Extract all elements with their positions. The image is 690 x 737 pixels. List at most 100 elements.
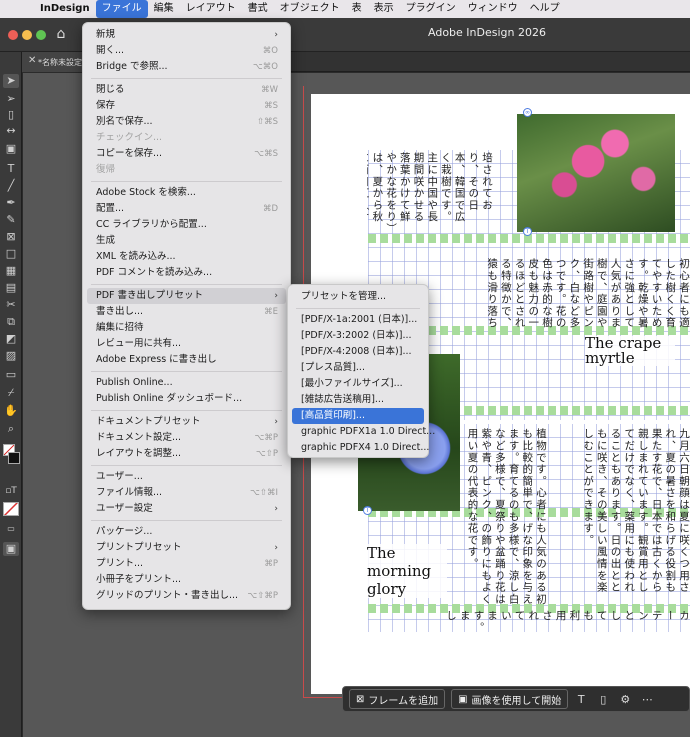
file-menu-item-16[interactable]: PDF コメントを読み込み... — [87, 265, 286, 281]
file-menu-item-1[interactable]: 開く... ⌘O — [87, 43, 286, 59]
file-menu-item-31[interactable]: ユーザー... — [87, 469, 286, 485]
menu-edit[interactable]: 編集 — [148, 0, 180, 18]
home-icon[interactable]: ⌂ — [50, 26, 72, 46]
zoom-tool-icon[interactable]: ⌕ — [3, 422, 19, 436]
file-menu-item-37[interactable]: プリント... ⌘P — [87, 556, 286, 572]
file-menu-item-32[interactable]: ファイル情報... ⌥⇧⌘I — [87, 485, 286, 501]
rectangle-tool-icon[interactable]: □ — [3, 247, 19, 261]
menu-table[interactable]: 表 — [346, 0, 368, 18]
type-tool-icon[interactable]: T — [3, 162, 19, 176]
file-menu-item-19[interactable]: 書き出し... ⌘E — [87, 304, 286, 320]
file-menu-item-13[interactable]: CC ライブラリから配置... — [87, 217, 286, 233]
apply-none-icon[interactable] — [3, 502, 19, 516]
frame-marker-icon[interactable]: T — [363, 506, 372, 515]
line-tool-icon[interactable]: ╱ — [3, 179, 19, 193]
menu-help[interactable]: ヘルプ — [524, 0, 566, 18]
menu-window[interactable]: ウィンドウ — [462, 0, 524, 18]
scissors-tool-icon[interactable]: ✂ — [3, 298, 19, 312]
file-menu-item-0[interactable]: 新規 › — [87, 27, 286, 43]
file-menu-item-18[interactable]: PDF 書き出しプリセット › — [87, 288, 286, 304]
gradient-feather-tool-icon[interactable]: ▨ — [3, 349, 19, 363]
file-menu-item-35[interactable]: パッケージ... — [87, 524, 286, 540]
menu-app[interactable]: InDesign — [34, 0, 96, 18]
file-menu-item-12[interactable]: 配置... ⌘D — [87, 201, 286, 217]
file-menu-item-11[interactable]: Adobe Stock を検索... — [87, 185, 286, 201]
heading-crape-myrtle[interactable]: The crape myrtle — [585, 336, 675, 366]
frame-marker-icon[interactable]: T — [523, 227, 532, 236]
content-collector-icon[interactable]: ▣ — [3, 142, 19, 156]
body-text-morning-glory-1[interactable]: 植物です。心者にも人気のある初も比較的簡単で、げな印象を与えます。育てるのも多様… — [449, 428, 547, 608]
menu-object[interactable]: オブジェクト — [274, 0, 346, 18]
gradient-tool-icon[interactable]: ◩ — [3, 332, 19, 346]
file-menu-item-24[interactable]: Publish Online... — [87, 375, 286, 391]
crape-myrtle-photo[interactable] — [517, 114, 675, 232]
menu-plugins[interactable]: プラグイン — [400, 0, 462, 18]
view-mode-icon[interactable]: ▭ — [3, 522, 19, 536]
file-menu-item-22[interactable]: Adobe Express に書き出し — [87, 352, 286, 368]
link-marker-icon[interactable]: ∞ — [523, 108, 532, 117]
free-transform-tool-icon[interactable]: ⧉ — [3, 315, 19, 329]
pdf-preset-item-10[interactable]: graphic PDFX4 1.0 Direct... — [292, 440, 429, 456]
close-tab-icon[interactable]: ✕ — [28, 55, 36, 66]
screen-mode-icon[interactable]: ▣ — [3, 542, 19, 556]
close-window-button[interactable] — [8, 30, 18, 40]
frame-grid-tool-icon[interactable]: ▦ — [3, 264, 19, 278]
file-menu-item-28[interactable]: ドキュメント設定... ⌥⌘P — [87, 430, 286, 446]
more-options-icon[interactable]: ⋯ — [638, 693, 656, 706]
start-with-image-button[interactable]: ▣ 画像を使用して開始 — [451, 689, 569, 709]
file-menu-item-20[interactable]: 編集に招待 — [87, 320, 286, 336]
rectangle-frame-tool-icon[interactable]: ⊠ — [3, 230, 19, 244]
pencil-tool-icon[interactable]: ✎ — [3, 213, 19, 227]
file-menu-item-38[interactable]: 小冊子をプリント... — [87, 572, 286, 588]
menu-file[interactable]: ファイル — [95, 0, 148, 18]
page-icon[interactable]: ▯ — [594, 693, 612, 706]
file-menu-item-6[interactable]: 別名で保存... ⇧⌘S — [87, 114, 286, 130]
file-menu-item-14[interactable]: 生成 — [87, 233, 286, 249]
pdf-preset-item-2[interactable]: [PDF/X-1a:2001 (日本)]... — [292, 312, 424, 328]
file-menu-item-2[interactable]: Bridge で参照... ⌥⌘O — [87, 59, 286, 75]
type-icon[interactable]: T — [572, 693, 590, 706]
gap-tool-icon[interactable]: ↔ — [3, 124, 19, 138]
selection-tool-icon[interactable]: ➤ — [3, 74, 19, 88]
pdf-preset-item-5[interactable]: [プレス品質]... — [292, 360, 424, 376]
file-menu-item-25[interactable]: Publish Online ダッシュボード... — [87, 391, 286, 407]
file-menu-item-36[interactable]: プリントプリセット › — [87, 540, 286, 556]
file-menu-item-39[interactable]: グリッドのプリント・書き出し... ⌥⇧⌘P — [87, 588, 286, 604]
file-menu-item-33[interactable]: ユーザー設定 › — [87, 501, 286, 517]
hand-tool-icon[interactable]: ✋ — [3, 404, 19, 418]
file-menu-item-8[interactable]: コピーを保存... ⌥⌘S — [87, 146, 286, 162]
file-menu-item-29[interactable]: レイアウトを調整... ⌥⇧P — [87, 446, 286, 462]
add-frame-button[interactable]: ⊠ フレームを追加 — [349, 689, 446, 709]
note-tool-icon[interactable]: ▭ — [3, 368, 19, 382]
file-menu-item-15[interactable]: XML を読み込み... — [87, 249, 286, 265]
pdf-preset-item-6[interactable]: [最小ファイルサイズ]... — [292, 376, 424, 392]
pdf-preset-item-4[interactable]: [PDF/X-4:2008 (日本)]... — [292, 344, 424, 360]
heading-morning-glory[interactable]: The morning glory — [367, 544, 447, 598]
pdf-preset-item-7[interactable]: [雑誌広告送稿用]... — [292, 392, 424, 408]
file-menu-item-5[interactable]: 保存 ⌘S — [87, 98, 286, 114]
menu-type[interactable]: 書式 — [242, 0, 274, 18]
file-menu-item-27[interactable]: ドキュメントプリセット › — [87, 414, 286, 430]
pdf-preset-item-9[interactable]: graphic PDFX1a 1.0 Direct... — [292, 424, 435, 440]
pdf-preset-item-8[interactable]: [高品質印刷]... — [292, 408, 424, 424]
page-settings-icon[interactable]: ⚙ — [616, 693, 634, 706]
direct-selection-tool-icon[interactable]: ➢ — [3, 92, 19, 106]
menu-layout[interactable]: レイアウト — [180, 0, 242, 18]
zoom-window-button[interactable] — [36, 30, 46, 40]
eyedropper-tool-icon[interactable]: ⌿ — [3, 386, 19, 400]
pdf-preset-item-0[interactable]: プリセットを管理... — [292, 289, 424, 305]
pdf-preset-item-3[interactable]: [PDF/X-3:2002 (日本)]... — [292, 328, 424, 344]
minimize-window-button[interactable] — [22, 30, 32, 40]
body-text-crape-myrtle-1[interactable]: 培されており、その日本、韓国で広く栽樹です。主に中国や長期間咲かせる落葉かけて鮮… — [367, 152, 493, 232]
table-tool-icon[interactable]: ▤ — [3, 281, 19, 295]
stroke-swatch-icon[interactable] — [8, 452, 20, 464]
menu-view[interactable]: 表示 — [368, 0, 400, 18]
page-tool-icon[interactable]: ▯ — [3, 108, 19, 122]
body-text-morning-glory-3[interactable]: カーテンとしても利用されています。ましい。朝顔はグリーン — [447, 610, 690, 630]
body-text-morning-glory-2[interactable]: 九月六日朝顔は夏に咲くつ用され、夏の暑さを和らげる役割も果たす花で、日本では古く… — [547, 428, 690, 604]
file-menu-item-21[interactable]: レビュー用に共有... — [87, 336, 286, 352]
file-menu-item-4[interactable]: 閉じる ⌘W — [87, 82, 286, 98]
body-text-crape-myrtle-2[interactable]: 初心者にも適した樹くく育てやすいためす。乾燥や暑さに強として人気がありま樹で、庭… — [487, 258, 690, 330]
pen-tool-icon[interactable]: ✒ — [3, 196, 19, 210]
formatting-affects-container-icon[interactable]: ▫T — [3, 484, 19, 498]
